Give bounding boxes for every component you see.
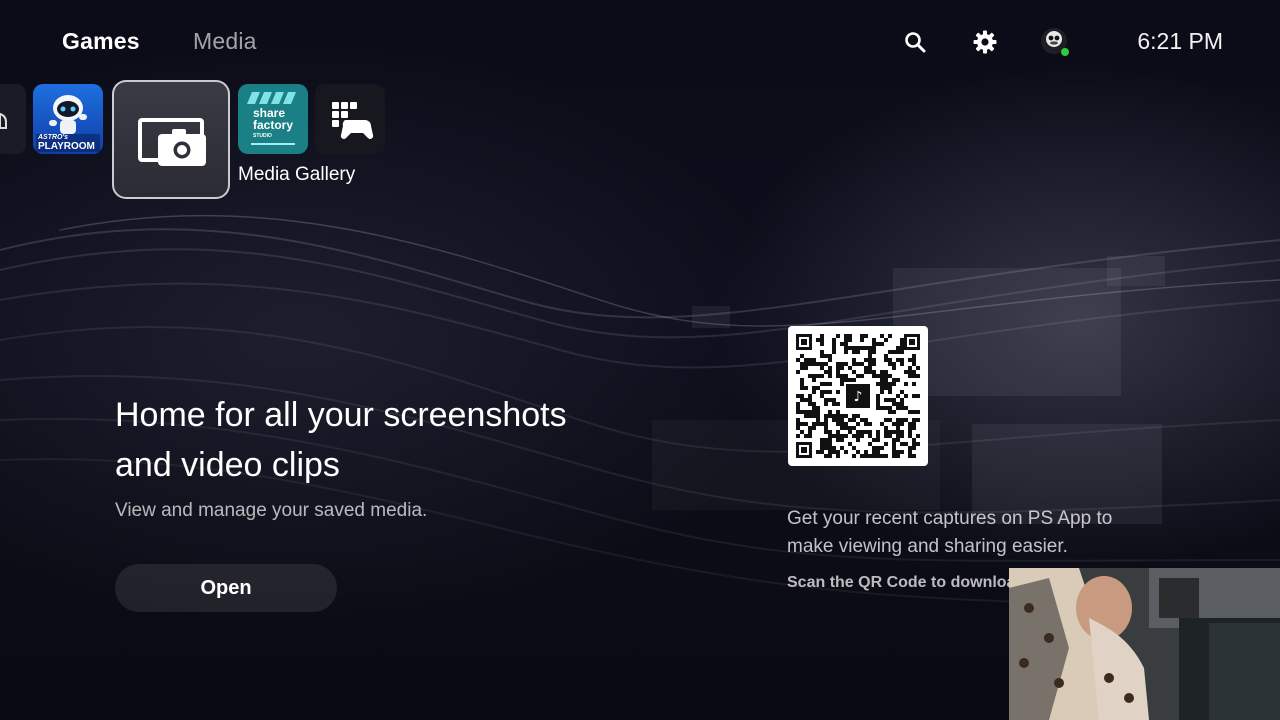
qr-description: Get your recent captures on PS App to ma… xyxy=(787,505,1167,561)
qr-description-line-1: Get your recent captures on PS App to xyxy=(787,508,1113,529)
studio-label: STUDIO xyxy=(253,133,272,139)
svg-text:♪: ♪ xyxy=(854,389,863,405)
headline-line-1: Home for all your screenshots xyxy=(115,396,567,434)
profile-avatar[interactable] xyxy=(1039,26,1071,58)
search-icon[interactable] xyxy=(899,26,931,58)
game-tile-partial[interactable] xyxy=(0,84,26,154)
game-library-tile[interactable] xyxy=(315,84,385,154)
gear-icon[interactable] xyxy=(969,26,1001,58)
astro-title: PLAYROOM xyxy=(38,141,95,152)
game-tile-astro-playroom[interactable]: ASTRO's PLAYROOM xyxy=(33,84,103,154)
qr-scan-instruction: Scan the QR Code to download xyxy=(787,574,1009,591)
share-factory-tile[interactable]: share factory STUDIO xyxy=(238,84,308,154)
qr-description-line-2: make viewing and sharing easier. xyxy=(787,536,1068,557)
tab-media[interactable]: Media xyxy=(193,28,257,55)
clock: 6:21 PM xyxy=(1137,28,1223,54)
page-headline: Home for all your screenshots and video … xyxy=(115,390,675,490)
factory-label: factory xyxy=(253,118,294,132)
focused-tile-label: Media Gallery xyxy=(238,164,356,185)
qr-code: ♪ xyxy=(788,326,928,466)
open-button[interactable]: Open xyxy=(115,564,337,612)
media-gallery-tile[interactable] xyxy=(112,80,230,199)
online-status-dot xyxy=(1061,48,1069,56)
headline-line-2: and video clips xyxy=(115,446,340,484)
astro-title-small: ASTRO's xyxy=(38,134,69,141)
top-navigation: Games Media 6:21 PM xyxy=(0,0,1280,84)
page-subtext: View and manage your saved media. xyxy=(115,500,428,521)
webcam-overlay xyxy=(1009,568,1280,720)
tab-games[interactable]: Games xyxy=(62,28,140,55)
